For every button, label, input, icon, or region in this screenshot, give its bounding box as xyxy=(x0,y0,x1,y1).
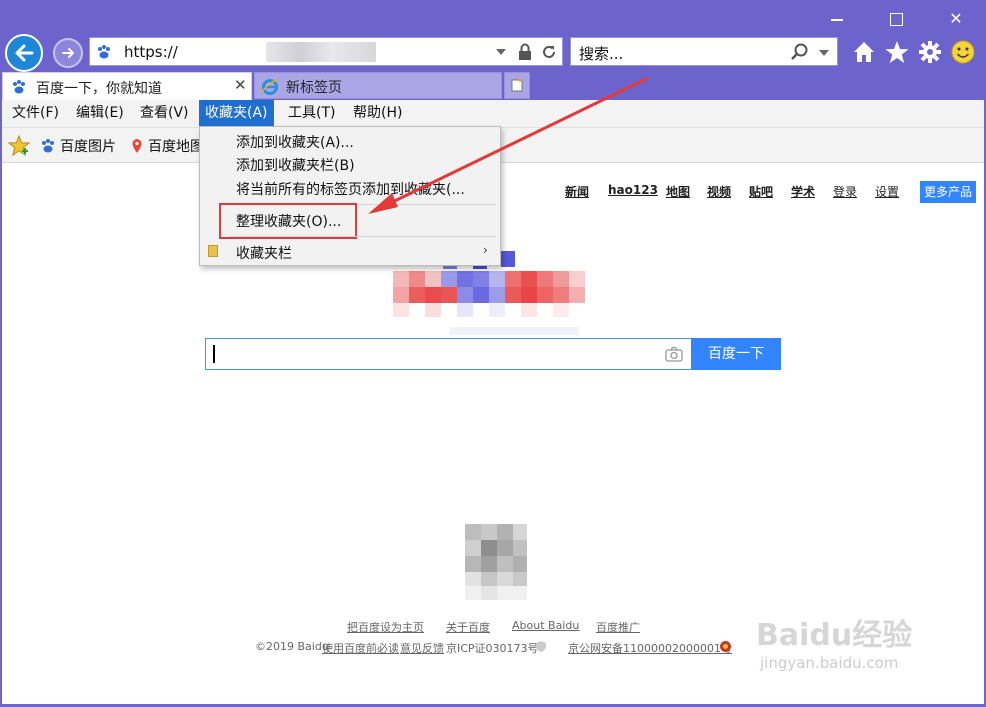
home-icon[interactable] xyxy=(851,39,877,65)
nav-link-login[interactable]: 登录 xyxy=(833,183,857,200)
footer-link-about[interactable]: 关于百度 xyxy=(446,619,490,635)
nav-link-hao123[interactable]: hao123 xyxy=(608,183,658,197)
highlight-box xyxy=(219,203,357,239)
gear-icon[interactable] xyxy=(917,39,943,65)
footer-link-homepage[interactable]: 把百度设为主页 xyxy=(347,619,424,635)
address-redacted xyxy=(266,42,376,62)
browser-search-input[interactable]: 搜索... xyxy=(570,37,838,66)
footer-link-about-en[interactable]: About Baidu xyxy=(512,619,579,632)
new-tab-icon xyxy=(511,78,523,92)
nav-link-news[interactable]: 新闻 xyxy=(565,183,589,200)
favbar-item-images[interactable]: 百度图片 xyxy=(60,136,116,156)
menu-help[interactable]: 帮助(H) xyxy=(347,100,408,127)
address-bar[interactable]: https:// xyxy=(89,37,563,66)
ie-logo-icon xyxy=(261,78,279,100)
menu-item-add-all-tabs[interactable]: 将当前所有的标签页添加到收藏夹(... xyxy=(236,179,465,199)
chevron-down-icon[interactable] xyxy=(818,47,830,62)
new-tab-button[interactable] xyxy=(504,72,530,99)
menu-file[interactable]: 文件(F) xyxy=(6,100,65,127)
qr-code-pixelated xyxy=(465,524,527,600)
folder-icon xyxy=(208,245,218,257)
copyright-text: ©2019 Baidu xyxy=(255,640,329,653)
forward-button[interactable] xyxy=(53,38,83,68)
menu-edit[interactable]: 编辑(E) xyxy=(70,100,130,127)
police-badge-icon xyxy=(719,640,732,656)
shield-icon xyxy=(535,640,547,656)
menu-item-favorites-bar[interactable]: 收藏夹栏 xyxy=(236,243,292,263)
back-arrow-icon xyxy=(15,44,34,62)
minimize-button[interactable] xyxy=(823,6,851,32)
forward-arrow-icon xyxy=(62,48,74,58)
baidu-paw-icon xyxy=(11,79,27,99)
menu-item-add-to-favorites-bar[interactable]: 添加到收藏夹栏(B) xyxy=(236,155,355,175)
search-icon[interactable] xyxy=(790,42,810,66)
icp-text: 京ICP证030173号 xyxy=(446,642,539,655)
menu-item-add-to-favorites[interactable]: 添加到收藏夹(A)... xyxy=(236,132,354,152)
menu-favorites[interactable]: 收藏夹(A) xyxy=(199,100,274,127)
watermark-logo: Baidu经验 xyxy=(756,618,913,653)
nav-link-tieba[interactable]: 贴吧 xyxy=(749,183,773,200)
more-products-button[interactable]: 更多产品 xyxy=(920,181,976,203)
browser-chrome: ✕ https:// 搜索... 百度一下，你就知道 ✕ 新标签页 xyxy=(0,0,986,100)
menu-bar: 文件(F) 编辑(E) 查看(V) 收藏夹(A) 工具(T) 帮助(H) xyxy=(2,100,984,128)
menu-view[interactable]: 查看(V) xyxy=(134,100,195,127)
nav-link-settings[interactable]: 设置 xyxy=(875,183,899,200)
close-window-button[interactable]: ✕ xyxy=(942,6,970,32)
tab-label: 新标签页 xyxy=(286,80,342,96)
refresh-icon[interactable] xyxy=(540,43,558,65)
baidu-paw-icon xyxy=(40,138,56,158)
menu-separator xyxy=(230,236,496,237)
favorites-dropdown-menu: 添加到收藏夹(A)... 添加到收藏夹栏(B) 将当前所有的标签页添加到收藏夹(… xyxy=(199,126,501,266)
nav-link-map[interactable]: 地图 xyxy=(666,183,690,200)
terms-link[interactable]: 使用百度前必读 xyxy=(322,640,399,656)
police-record-link[interactable]: 京公网安备11000002000001号 xyxy=(568,640,732,656)
tab-label: 百度一下，你就知道 xyxy=(36,81,162,97)
lock-icon[interactable] xyxy=(517,43,533,65)
feedback-link[interactable]: 意见反馈 xyxy=(400,640,444,656)
baidu-search-button[interactable]: 百度一下 xyxy=(691,338,781,370)
tab-new-tab[interactable]: 新标签页 xyxy=(254,72,502,99)
chevron-down-icon[interactable] xyxy=(495,46,507,61)
maximize-button[interactable] xyxy=(882,6,910,32)
menu-tools[interactable]: 工具(T) xyxy=(282,100,341,127)
favorites-star-icon[interactable] xyxy=(884,39,910,65)
favbar-item-maps[interactable]: 百度地图 xyxy=(148,136,200,156)
watermark-url: jingyan.baidu.com xyxy=(760,654,899,672)
search-placeholder: 搜索... xyxy=(579,45,624,63)
add-favorites-star-icon[interactable] xyxy=(7,134,31,161)
close-tab-icon[interactable]: ✕ xyxy=(234,76,247,94)
address-text: https:// xyxy=(124,43,178,61)
baidu-search-input[interactable] xyxy=(205,338,692,370)
map-pin-icon xyxy=(131,138,143,158)
camera-icon[interactable] xyxy=(665,346,683,366)
chevron-right-icon: › xyxy=(483,243,488,257)
tab-baidu[interactable]: 百度一下，你就知道 ✕ xyxy=(2,72,252,100)
text-caret xyxy=(213,345,215,363)
baidu-paw-icon xyxy=(96,44,112,64)
footer-link-promotion[interactable]: 百度推广 xyxy=(596,619,640,635)
nav-link-xueshu[interactable]: 学术 xyxy=(791,183,815,200)
nav-link-video[interactable]: 视频 xyxy=(707,183,731,200)
smiley-feedback-icon[interactable] xyxy=(950,39,976,65)
back-button[interactable] xyxy=(5,34,43,72)
